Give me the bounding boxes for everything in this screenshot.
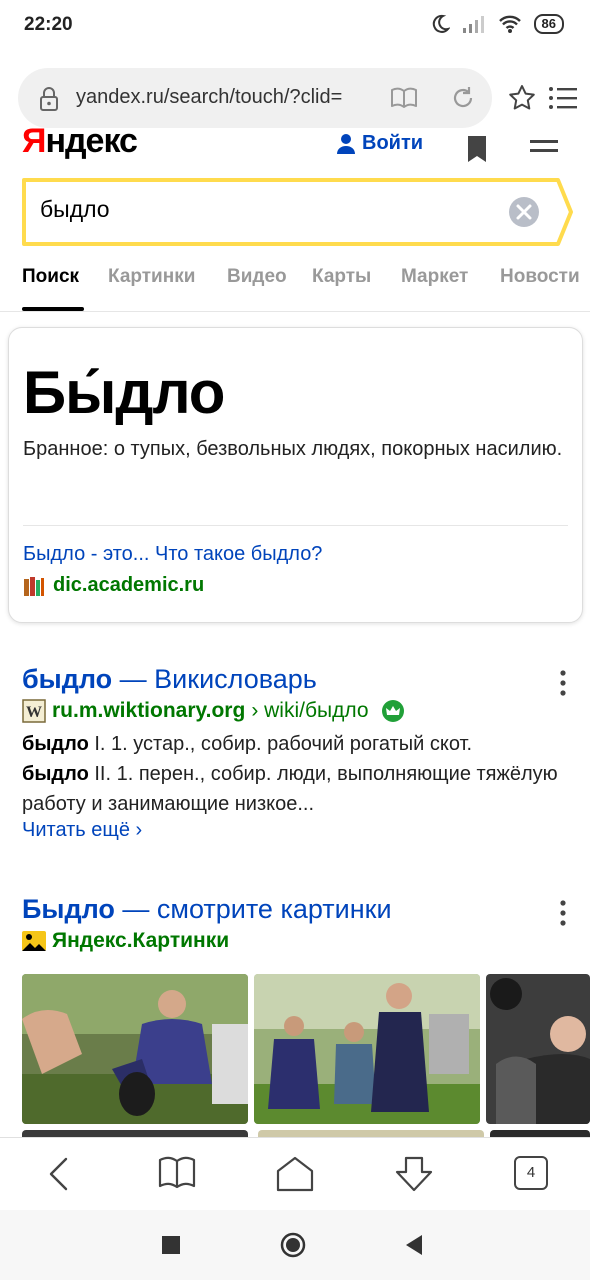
- user-icon: [337, 133, 355, 154]
- android-nav-bar: [0, 1210, 590, 1280]
- yandex-logo[interactable]: Яндекс: [22, 128, 138, 161]
- books-icon: [24, 576, 44, 596]
- android-back-icon[interactable]: [404, 1234, 424, 1256]
- fact-source[interactable]: dic.academic.ru: [23, 574, 204, 597]
- tab-maps[interactable]: Карты: [312, 266, 371, 288]
- burger-menu-icon[interactable]: [530, 140, 558, 160]
- tab-video[interactable]: Видео: [227, 266, 287, 288]
- tab-market[interactable]: Маркет: [401, 266, 468, 288]
- recent-apps-icon[interactable]: [162, 1236, 180, 1254]
- image-thumbnail[interactable]: [486, 974, 590, 1124]
- bookmark-icon[interactable]: [466, 136, 488, 164]
- result-snippet: быдло I. 1. устар., собир. рабочий рогат…: [22, 733, 558, 815]
- image-strip: [22, 974, 590, 1126]
- browser-toolbar: yandex.ru/search/touch/?clid=: [0, 60, 590, 138]
- tab-images[interactable]: Картинки: [108, 266, 195, 288]
- address-bar[interactable]: yandex.ru/search/touch/?clid=: [18, 68, 492, 128]
- moon-icon: [432, 14, 450, 33]
- fact-definition: Бранное: о тупых, безвольных людях, поко…: [23, 438, 563, 460]
- home-button-icon[interactable]: [280, 1232, 306, 1258]
- result-source[interactable]: W ru.m.wiktionary.org › wiki/быдло: [22, 699, 568, 723]
- image-icon: [22, 931, 46, 951]
- wifi-icon: [498, 15, 521, 33]
- image-thumbnail[interactable]: [22, 974, 248, 1124]
- battery-indicator: 86: [533, 14, 564, 34]
- fact-card: Бы́дло Бранное: о тупых, безвольных людя…: [8, 327, 583, 623]
- fact-title: Бы́дло: [23, 359, 225, 426]
- wiktionary-icon: W: [22, 699, 46, 723]
- status-icons: 86: [430, 14, 564, 34]
- search-tabs: Поиск Картинки Видео Карты Маркет Новост…: [0, 262, 590, 312]
- result-title[interactable]: Быдло — смотрите картинки: [22, 892, 568, 926]
- tabs-counter-button[interactable]: 4: [514, 1156, 548, 1190]
- browser-menu-icon[interactable]: [548, 86, 578, 110]
- read-more-link[interactable]: Читать ещё ›: [22, 819, 568, 842]
- bookmarks-icon[interactable]: [158, 1156, 196, 1190]
- clear-search-icon[interactable]: [508, 196, 540, 228]
- search-box[interactable]: [22, 178, 574, 246]
- svg-text:W: W: [26, 704, 42, 721]
- search-result-wiktionary: быдло — Викисловарь W ru.m.wiktionary.or…: [22, 662, 568, 842]
- browser-bottom-nav: 4: [0, 1137, 590, 1209]
- more-options-icon[interactable]: [558, 900, 568, 926]
- search-result-images: Быдло — смотрите картинки Яндекс.Картинк…: [22, 892, 568, 953]
- signal-icon: [462, 16, 484, 33]
- yandex-header: Яндекс Войти: [0, 128, 590, 168]
- result-title[interactable]: быдло — Викисловарь: [22, 662, 568, 696]
- tab-news[interactable]: Новости: [500, 266, 580, 288]
- url-text[interactable]: yandex.ru/search/touch/?clid=: [76, 86, 376, 109]
- image-thumbnail[interactable]: [254, 974, 480, 1124]
- more-options-icon[interactable]: [558, 670, 568, 696]
- reader-mode-icon[interactable]: [390, 86, 418, 110]
- image-strip-row2: [22, 1130, 590, 1137]
- verified-crown-icon: [381, 700, 404, 722]
- login-button[interactable]: Войти: [336, 132, 423, 155]
- home-icon[interactable]: [276, 1156, 314, 1192]
- lock-icon: [40, 87, 58, 111]
- downloads-icon[interactable]: [394, 1156, 434, 1192]
- result-source[interactable]: Яндекс.Картинки: [22, 929, 568, 953]
- back-icon[interactable]: [46, 1156, 72, 1192]
- search-input[interactable]: [40, 196, 480, 223]
- star-icon[interactable]: [508, 84, 536, 112]
- reload-icon[interactable]: [450, 85, 476, 111]
- active-tab-indicator: [22, 307, 84, 311]
- status-time: 22:20: [24, 14, 73, 35]
- tab-search[interactable]: Поиск: [22, 266, 79, 288]
- status-bar: 22:20 86: [0, 0, 590, 52]
- fact-source-link[interactable]: Быдло - это... Что такое быдло?: [23, 543, 322, 566]
- divider: [23, 525, 568, 526]
